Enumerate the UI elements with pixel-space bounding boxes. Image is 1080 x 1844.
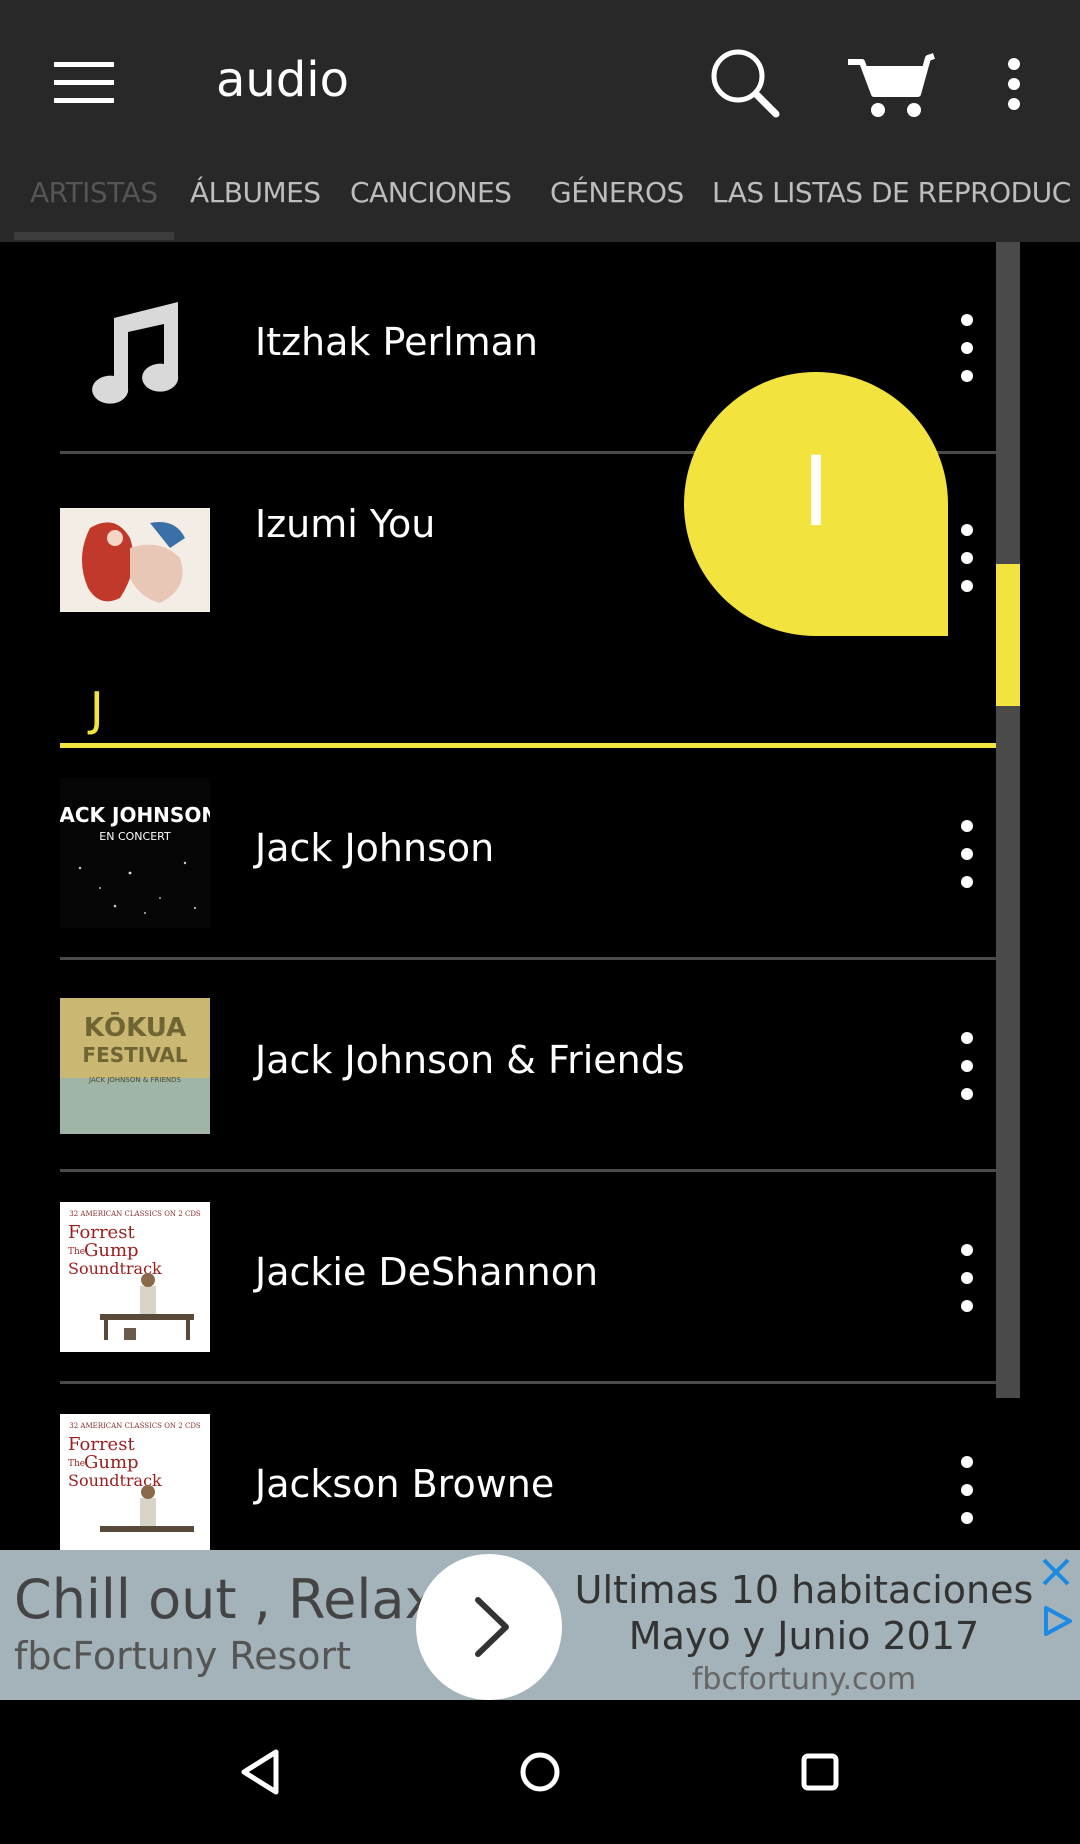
more-vert-icon[interactable] <box>956 820 978 890</box>
tab-bar: ARTISTAS ÁLBUMES CANCIONES GÉNEROS LAS L… <box>0 166 1080 243</box>
ad-text: Mayo y Junio 2017 <box>628 1614 980 1658</box>
section-header: J <box>60 682 1020 748</box>
ad-open-button[interactable] <box>416 1554 562 1700</box>
back-icon[interactable] <box>230 1742 290 1802</box>
ad-headline[interactable]: Chill out , Relax <box>14 1568 436 1631</box>
list-item[interactable]: 32 AMERICAN CLASSICS ON 2 CDS Forrest Th… <box>60 1172 1020 1384</box>
more-vert-icon[interactable] <box>1000 58 1028 110</box>
artist-name: Jack Johnson & Friends <box>255 1038 685 1082</box>
art-text: EN CONCERT <box>99 830 171 843</box>
art-text: The <box>68 1459 85 1469</box>
list-item[interactable]: KŌKUA FESTIVAL JACK JOHNSON & FRIENDS Ja… <box>60 960 1020 1172</box>
fast-scroll-letter: I <box>801 436 831 548</box>
more-vert-icon[interactable] <box>956 1032 978 1102</box>
art-text: Gump <box>84 1452 139 1473</box>
fast-scroll-bubble: I <box>684 372 948 636</box>
artist-name: Jackson Browne <box>255 1462 555 1506</box>
ad-banner[interactable]: Chill out , Relax fbcFortuny Resort Ulti… <box>0 1550 1080 1700</box>
close-icon[interactable] <box>1040 1556 1072 1588</box>
ad-advertiser[interactable]: fbcFortuny Resort <box>14 1634 351 1678</box>
scrollbar-track[interactable] <box>996 242 1020 1398</box>
artist-name: Itzhak Perlman <box>255 320 539 364</box>
art-text: 32 AMERICAN CLASSICS ON 2 CDS <box>69 1422 201 1430</box>
art-text: JACK JOHNSON & FRIENDS <box>88 1076 181 1084</box>
more-vert-icon[interactable] <box>956 314 978 384</box>
tab-playlists[interactable]: LAS LISTAS DE REPRODUC <box>712 176 1071 209</box>
system-nav-bar <box>0 1700 1080 1844</box>
art-text: KŌKUA <box>84 1011 186 1043</box>
tab-indicator <box>14 232 174 240</box>
art-text: Gump <box>84 1240 139 1261</box>
artist-name: Jack Johnson <box>255 826 495 870</box>
album-art: 32 AMERICAN CLASSICS ON 2 CDS Forrest Th… <box>60 1414 210 1550</box>
menu-icon[interactable] <box>54 62 114 104</box>
search-icon[interactable] <box>708 46 780 118</box>
album-art <box>60 508 210 612</box>
artist-name: Jackie DeShannon <box>255 1250 599 1294</box>
tab-generos[interactable]: GÉNEROS <box>550 176 684 209</box>
cart-icon[interactable] <box>846 50 936 120</box>
app-bar: audio <box>0 0 1080 166</box>
home-icon[interactable] <box>510 1742 570 1802</box>
tab-canciones[interactable]: CANCIONES <box>350 176 512 209</box>
adchoices-icon[interactable] <box>1040 1604 1074 1638</box>
tab-artistas[interactable]: ARTISTAS <box>30 176 158 209</box>
art-text: The <box>68 1247 85 1257</box>
list-item[interactable]: 32 AMERICAN CLASSICS ON 2 CDS Forrest Th… <box>60 1384 1020 1550</box>
ad-domain: fbcfortuny.com <box>691 1662 917 1697</box>
music-note-icon <box>92 302 179 404</box>
recents-icon[interactable] <box>790 1742 850 1802</box>
tab-albumes[interactable]: ÁLBUMES <box>190 176 321 209</box>
more-vert-icon[interactable] <box>956 524 978 594</box>
art-text: JACK JOHNSON <box>60 803 210 827</box>
section-letter: J <box>90 682 104 736</box>
list-item[interactable]: JACK JOHNSON EN CONCERT Jack Johnson <box>60 748 1020 960</box>
chevron-right-icon <box>475 1597 509 1657</box>
scrollbar-thumb[interactable] <box>996 564 1020 706</box>
album-art: KŌKUA FESTIVAL JACK JOHNSON & FRIENDS <box>60 998 210 1134</box>
art-text: 32 AMERICAN CLASSICS ON 2 CDS <box>69 1210 201 1218</box>
art-text: FESTIVAL <box>82 1043 187 1067</box>
more-vert-icon[interactable] <box>956 1456 978 1526</box>
more-vert-icon[interactable] <box>956 1244 978 1314</box>
page-title: audio <box>216 52 350 108</box>
artist-name: Izumi You <box>255 502 436 546</box>
artist-list[interactable]: Itzhak Perlman Izumi You J JACK JOHNSON … <box>0 242 1080 1550</box>
album-art: JACK JOHNSON EN CONCERT <box>60 778 210 928</box>
album-art: 32 AMERICAN CLASSICS ON 2 CDS Forrest Th… <box>60 1202 210 1352</box>
ad-text: Ultimas 10 habitaciones <box>574 1568 1034 1612</box>
